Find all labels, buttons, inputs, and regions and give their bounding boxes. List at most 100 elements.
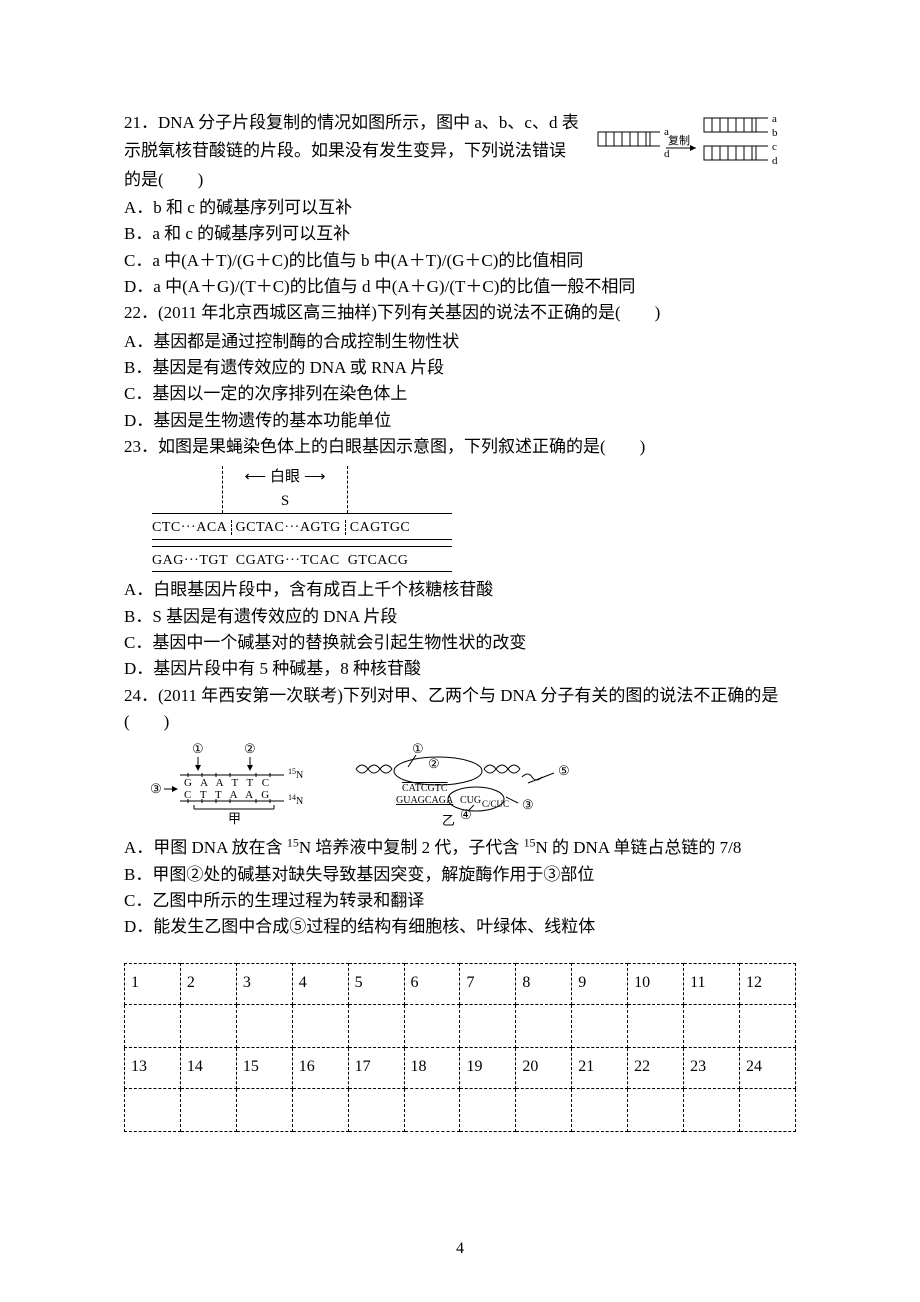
q24-figure: ① ② ③ G A A T T C C T T A A G 15N 14N 甲 xyxy=(148,743,796,829)
q23-seq-bot-mid: CGATG···TCAC xyxy=(236,553,340,568)
q24-stem: 24．(2011 年西安第一次联考)下列对甲、乙两个与 DNA 分子有关的图的说… xyxy=(124,683,796,736)
svg-text:a: a xyxy=(772,116,777,125)
q24-option-b: B．甲图②处的碱基对缺失导致基因突变，解旋酶作用于③部位 xyxy=(124,862,796,888)
grid-cell: 19 xyxy=(460,1047,516,1088)
grid-cell: 7 xyxy=(460,963,516,1004)
svg-text:d: d xyxy=(772,155,778,167)
grid-blank[interactable] xyxy=(180,1004,236,1047)
q21-arrow-label: 复制 xyxy=(668,133,690,147)
grid-cell: 9 xyxy=(572,963,628,1004)
q23-seq-top-right: CAGTGC xyxy=(350,520,411,535)
grid-cell: 21 xyxy=(572,1047,628,1088)
grid-cell: 13 xyxy=(125,1047,181,1088)
q24-option-a: A．甲图 DNA 放在含 15N 培养液中复制 2 代，子代含 15N 的 DN… xyxy=(124,835,796,861)
answer-grid: 1 2 3 4 5 6 7 8 9 10 11 12 13 14 15 16 1… xyxy=(124,963,796,1132)
svg-text:①: ① xyxy=(192,743,204,756)
grid-cell: 24 xyxy=(739,1047,795,1088)
q24-option-c: C．乙图中所示的生理过程为转录和翻译 xyxy=(124,888,796,914)
svg-text:⑤: ⑤ xyxy=(558,763,570,778)
grid-blank[interactable] xyxy=(572,1088,628,1131)
grid-blank[interactable] xyxy=(739,1004,795,1047)
grid-blank[interactable] xyxy=(180,1088,236,1131)
grid-blank[interactable] xyxy=(516,1004,572,1047)
grid-blank[interactable] xyxy=(628,1004,684,1047)
svg-text:G A A T T C: G A A T T C xyxy=(184,777,272,789)
grid-cell: 6 xyxy=(404,963,460,1004)
grid-blank[interactable] xyxy=(292,1088,348,1131)
grid-blank[interactable] xyxy=(404,1004,460,1047)
q21-figure: a 复制 d a b xyxy=(596,116,796,180)
q21-option-a: A．b 和 c 的碱基序列可以互补 xyxy=(124,195,796,221)
grid-blank[interactable] xyxy=(292,1004,348,1047)
grid-cell: 18 xyxy=(404,1047,460,1088)
grid-blank[interactable] xyxy=(460,1088,516,1131)
grid-cell: 17 xyxy=(348,1047,404,1088)
grid-blank[interactable] xyxy=(348,1004,404,1047)
svg-text:②: ② xyxy=(428,756,440,771)
svg-text:CUG: CUG xyxy=(460,795,481,806)
svg-text:③: ③ xyxy=(150,781,162,796)
grid-blank[interactable] xyxy=(739,1088,795,1131)
grid-cell: 3 xyxy=(236,963,292,1004)
svg-text:③: ③ xyxy=(522,797,534,812)
page-root: a 复制 d a b xyxy=(0,0,920,1302)
q21-option-b: B．a 和 c 的碱基序列可以互补 xyxy=(124,221,796,247)
q23-option-c: C．基因中一个碱基对的替换就会引起生物性状的改变 xyxy=(124,630,796,656)
q24-yi-svg: ① ② ⑤ CATCGTC GUAGCAGA CUG C/CUC xyxy=(352,743,602,829)
table-row xyxy=(125,1004,796,1047)
grid-cell: 16 xyxy=(292,1047,348,1088)
grid-blank[interactable] xyxy=(236,1088,292,1131)
svg-text:①: ① xyxy=(412,743,424,756)
svg-text:乙: 乙 xyxy=(442,813,455,828)
q22-option-c: C．基因以一定的次序排列在染色体上 xyxy=(124,381,796,407)
grid-cell: 15 xyxy=(236,1047,292,1088)
q23-label-white-eye: 白眼 xyxy=(270,466,300,489)
grid-blank[interactable] xyxy=(404,1088,460,1131)
grid-blank[interactable] xyxy=(460,1004,516,1047)
svg-text:CATCGTC: CATCGTC xyxy=(402,783,448,794)
grid-blank[interactable] xyxy=(125,1004,181,1047)
grid-cell: 11 xyxy=(684,963,740,1004)
grid-blank[interactable] xyxy=(628,1088,684,1131)
q23-seq-bot-left: GAG···TGT xyxy=(152,553,228,568)
grid-cell: 8 xyxy=(516,963,572,1004)
q22-stem: 22．(2011 年北京西城区高三抽样)下列有关基因的说法不正确的是( ) xyxy=(124,300,796,326)
svg-text:14N: 14N xyxy=(288,793,303,807)
q24-option-d: D．能发生乙图中合成⑤过程的结构有细胞核、叶绿体、线粒体 xyxy=(124,914,796,940)
svg-text:GUAGCAGA: GUAGCAGA xyxy=(396,795,454,806)
grid-blank[interactable] xyxy=(125,1088,181,1131)
grid-blank[interactable] xyxy=(572,1004,628,1047)
q23-seq-top-left: CTC···ACA xyxy=(152,520,227,535)
q23-option-b: B．S 基因是有遗传效应的 DNA 片段 xyxy=(124,604,796,630)
table-row xyxy=(125,1088,796,1131)
table-row: 13 14 15 16 17 18 19 20 21 22 23 24 xyxy=(125,1047,796,1088)
q22-option-d: D．基因是生物遗传的基本功能单位 xyxy=(124,408,796,434)
q22-option-a: A．基因都是通过控制酶的合成控制生物性状 xyxy=(124,329,796,355)
svg-text:15N: 15N xyxy=(288,767,303,781)
q21-option-d: D．a 中(A＋G)/(T＋C)的比值与 d 中(A＋G)/(T＋C)的比值一般… xyxy=(124,274,796,300)
grid-blank[interactable] xyxy=(684,1004,740,1047)
table-row: 1 2 3 4 5 6 7 8 9 10 11 12 xyxy=(125,963,796,1004)
grid-blank[interactable] xyxy=(516,1088,572,1131)
q23-figure: ⟵白眼⟶ S CTC···ACA GCTAC···AGTG CAGTGC GAG… xyxy=(152,466,452,573)
grid-cell: 1 xyxy=(125,963,181,1004)
grid-cell: 20 xyxy=(516,1047,572,1088)
grid-blank[interactable] xyxy=(684,1088,740,1131)
grid-cell: 2 xyxy=(180,963,236,1004)
q23-option-a: A．白眼基因片段中，含有成百上千个核糖核苷酸 xyxy=(124,577,796,603)
svg-text:②: ② xyxy=(244,743,256,756)
q21-option-c: C．a 中(A＋T)/(G＋C)的比值与 b 中(A＋T)/(G＋C)的比值相同 xyxy=(124,248,796,274)
q23-seq-top-mid: GCTAC···AGTG xyxy=(236,520,341,535)
q23-label-s: S xyxy=(223,490,347,513)
grid-cell: 12 xyxy=(739,963,795,1004)
grid-cell: 14 xyxy=(180,1047,236,1088)
grid-blank[interactable] xyxy=(348,1088,404,1131)
svg-text:甲: 甲 xyxy=(228,811,241,826)
q23-option-d: D．基因片段中有 5 种碱基，8 种核苷酸 xyxy=(124,656,796,682)
grid-cell: 23 xyxy=(684,1047,740,1088)
q23-seq-bot-right: GTCACG xyxy=(348,553,409,568)
q23-stem: 23．如图是果蝇染色体上的白眼基因示意图，下列叙述正确的是( ) xyxy=(124,434,796,460)
grid-blank[interactable] xyxy=(236,1004,292,1047)
svg-text:c: c xyxy=(772,141,777,153)
svg-text:d: d xyxy=(664,148,670,160)
